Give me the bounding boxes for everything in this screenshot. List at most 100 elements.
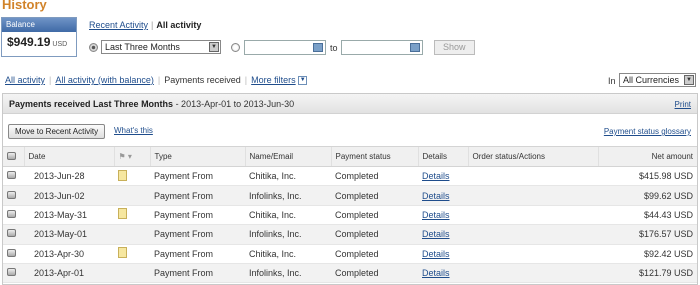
recent-activity-link[interactable]: Recent Activity bbox=[89, 20, 148, 30]
row-date: 2013-May-01 bbox=[24, 224, 114, 245]
row-select-cell[interactable] bbox=[3, 166, 24, 187]
column-details: Details bbox=[417, 146, 468, 167]
details-link[interactable]: Details bbox=[422, 229, 450, 239]
details-link[interactable]: Details bbox=[422, 171, 450, 181]
row-select-cell[interactable] bbox=[3, 185, 24, 206]
row-order-status bbox=[468, 263, 598, 284]
checkbox-icon[interactable] bbox=[7, 151, 16, 160]
column-type[interactable]: Type bbox=[149, 146, 245, 167]
row-name: Chitika, Inc. bbox=[245, 205, 331, 226]
row-details-cell: Details bbox=[418, 166, 468, 187]
print-link[interactable]: Print bbox=[675, 100, 691, 109]
row-select-cell[interactable] bbox=[3, 263, 24, 284]
row-order-status bbox=[468, 244, 598, 264]
checkbox-icon[interactable] bbox=[7, 248, 16, 257]
row-status: Completed bbox=[331, 205, 418, 226]
column-payment-status[interactable]: Payment status bbox=[330, 146, 418, 167]
column-name[interactable]: Name/Email bbox=[244, 146, 331, 167]
checkbox-icon[interactable] bbox=[7, 268, 16, 277]
custom-range-radio[interactable] bbox=[231, 43, 240, 52]
row-net-amount: $99.62 USD bbox=[598, 185, 697, 206]
currency-select-value: All Currencies bbox=[623, 75, 680, 85]
flag-header[interactable]: ⚑ ▾ bbox=[113, 146, 150, 167]
row-note-cell bbox=[114, 185, 150, 206]
row-type: Payment From bbox=[150, 205, 245, 226]
calendar-icon[interactable] bbox=[313, 43, 323, 52]
balance-box: Balance $949.19 USD bbox=[1, 17, 77, 57]
balance-currency: USD bbox=[52, 41, 68, 48]
chevron-down-icon: ▼ bbox=[209, 42, 219, 52]
row-details-cell: Details bbox=[418, 244, 468, 264]
payments-table: Date ⚑ ▾ Type Name/Email Payment status … bbox=[3, 146, 697, 284]
checkbox-icon[interactable] bbox=[7, 209, 16, 218]
checkbox-icon[interactable] bbox=[7, 229, 16, 238]
row-status: Completed bbox=[331, 224, 418, 245]
flag-icon[interactable]: ⚑ ▾ bbox=[119, 152, 132, 161]
row-note-cell bbox=[114, 224, 150, 245]
row-note-cell bbox=[114, 244, 150, 264]
note-icon[interactable] bbox=[118, 169, 127, 181]
chevron-down-icon[interactable]: ▼ bbox=[298, 76, 308, 86]
panel-date-range: - 2013-Apr-01 to 2013-Jun-30 bbox=[173, 99, 295, 109]
to-date-input[interactable] bbox=[341, 40, 423, 55]
whats-this-link[interactable]: What's this bbox=[114, 126, 153, 135]
row-net-amount: $92.42 USD bbox=[598, 244, 697, 264]
details-link[interactable]: Details bbox=[422, 210, 450, 220]
from-date-input[interactable] bbox=[244, 40, 326, 55]
balance-value: $949.19 USD bbox=[2, 32, 76, 52]
all-activity-current: All activity bbox=[156, 20, 202, 30]
row-select-cell[interactable] bbox=[3, 224, 24, 245]
row-order-status bbox=[468, 166, 598, 187]
row-name: Infolinks, Inc. bbox=[245, 263, 331, 284]
currency-select[interactable]: All Currencies ▼ bbox=[619, 73, 696, 87]
page-title: History bbox=[2, 0, 47, 12]
row-name: Chitika, Inc. bbox=[245, 244, 331, 264]
currency-in-label: In bbox=[608, 76, 616, 86]
filter-all-activity[interactable]: All activity bbox=[5, 75, 45, 85]
row-type: Payment From bbox=[150, 244, 245, 264]
row-date: 2013-Jun-28 bbox=[24, 166, 114, 187]
preset-range-radio[interactable] bbox=[89, 43, 98, 52]
to-label: to bbox=[330, 43, 338, 53]
note-icon[interactable] bbox=[118, 208, 127, 220]
row-net-amount: $121.79 USD bbox=[598, 263, 697, 284]
checkbox-icon[interactable] bbox=[7, 190, 16, 199]
details-link[interactable]: Details bbox=[422, 191, 450, 201]
row-date: 2013-Jun-02 bbox=[24, 185, 114, 206]
move-to-recent-button[interactable]: Move to Recent Activity bbox=[8, 124, 106, 139]
details-link[interactable]: Details bbox=[422, 249, 450, 259]
select-all-header[interactable] bbox=[3, 146, 24, 167]
table-row: 2013-May-31 Payment From Chitika, Inc. Comp… bbox=[3, 205, 697, 226]
row-details-cell: Details bbox=[418, 185, 468, 206]
row-select-cell[interactable] bbox=[3, 244, 24, 264]
row-name: Chitika, Inc. bbox=[245, 166, 331, 187]
filter-divider: | bbox=[49, 75, 52, 85]
row-status: Completed bbox=[331, 166, 418, 187]
row-status: Completed bbox=[331, 244, 418, 264]
balance-label: Balance bbox=[2, 18, 76, 32]
payment-status-glossary-link[interactable]: Payment status glossary bbox=[604, 127, 691, 136]
details-link[interactable]: Details bbox=[422, 268, 450, 278]
activity-view-switch: Recent Activity | All activity bbox=[89, 20, 201, 30]
chevron-down-icon: ▼ bbox=[684, 75, 694, 85]
row-note-cell bbox=[114, 263, 150, 284]
checkbox-icon[interactable] bbox=[7, 171, 16, 180]
row-net-amount: $44.43 USD bbox=[598, 205, 697, 226]
row-select-cell[interactable] bbox=[3, 205, 24, 226]
row-details-cell: Details bbox=[418, 224, 468, 245]
row-type: Payment From bbox=[150, 263, 245, 284]
calendar-icon[interactable] bbox=[410, 43, 420, 52]
row-net-amount: $176.57 USD bbox=[598, 224, 697, 245]
filter-all-with-balance[interactable]: All activity (with balance) bbox=[55, 75, 154, 85]
column-net-amount[interactable]: Net amount bbox=[597, 146, 697, 167]
column-order-status: Order status/Actions bbox=[467, 146, 598, 167]
row-order-status bbox=[468, 205, 598, 226]
note-icon[interactable] bbox=[118, 247, 127, 259]
panel-heading: Payments received Last Three Months - 20… bbox=[9, 99, 294, 109]
column-date[interactable]: Date bbox=[23, 146, 114, 167]
preset-range-select[interactable]: Last Three Months ▼ bbox=[101, 40, 221, 54]
panel-title: Payments received Last Three Months bbox=[9, 99, 174, 109]
more-filters-link[interactable]: More filters bbox=[251, 75, 296, 85]
table-row: 2013-Jun-28 Payment From Chitika, Inc. Comp… bbox=[3, 166, 697, 187]
show-button[interactable]: Show bbox=[434, 40, 475, 55]
